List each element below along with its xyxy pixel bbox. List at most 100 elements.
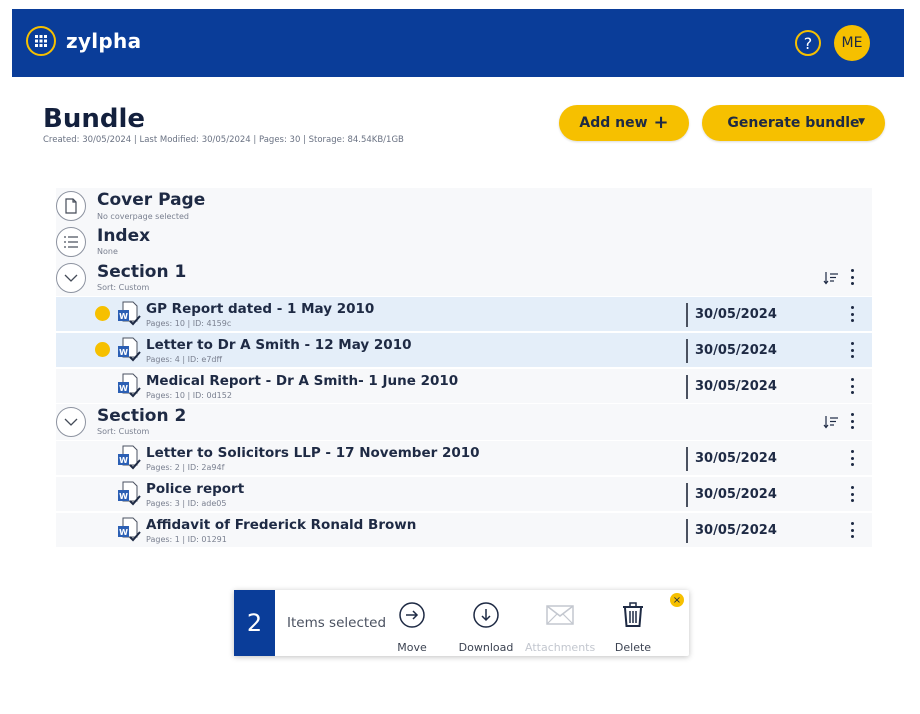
svg-text:W: W [119, 492, 128, 501]
index-status: None [97, 247, 118, 256]
column-divider [686, 447, 688, 471]
document-meta: Pages: 10 | ID: 0d152 [146, 391, 232, 400]
arrow-right-circle-icon [399, 602, 425, 628]
section-sort-label: Sort: Custom [97, 427, 150, 436]
document-title[interactable]: Letter to Solicitors LLP - 17 November 2… [146, 445, 480, 461]
trash-icon [623, 602, 643, 627]
svg-text:W: W [119, 456, 128, 465]
bundle-metadata: Created: 30/05/2024 | Last Modified: 30/… [43, 135, 404, 145]
document-row[interactable]: W Medical Report - Dr A Smith- 1 June 20… [56, 369, 872, 403]
document-menu-button[interactable] [847, 484, 857, 504]
document-date: 30/05/2024 [695, 379, 777, 394]
delete-label: Delete [614, 641, 652, 654]
selected-count: 2 [234, 590, 275, 656]
word-document-icon: W [118, 337, 141, 362]
svg-text:W: W [119, 384, 128, 393]
column-divider [686, 519, 688, 543]
grid-icon [35, 35, 47, 47]
chevron-down-icon [64, 274, 78, 282]
cover-page-status: No coverpage selected [97, 212, 189, 221]
document-row[interactable]: W Letter to Dr A Smith - 12 May 2010 Pag… [56, 333, 872, 367]
add-new-button[interactable]: Add new + [559, 105, 689, 141]
help-button[interactable]: ? [795, 30, 821, 56]
cover-page-row[interactable]: Cover Page No coverpage selected [56, 188, 872, 224]
move-button[interactable]: Move [392, 600, 432, 654]
word-document-icon: W [118, 301, 141, 326]
document-row[interactable]: W Letter to Solicitors LLP - 17 November… [56, 441, 872, 475]
svg-text:W: W [119, 348, 128, 357]
document-row[interactable]: W Affidavit of Frederick Ronald Brown Pa… [56, 513, 872, 547]
document-date: 30/05/2024 [695, 487, 777, 502]
section-menu-button[interactable] [847, 267, 857, 287]
close-selection-button[interactable]: × [670, 593, 684, 607]
page-title: Bundle [43, 104, 145, 134]
cover-page-title: Cover Page [97, 190, 206, 210]
selected-label: Items selected [287, 615, 387, 631]
column-divider [686, 483, 688, 507]
document-date: 30/05/2024 [695, 451, 777, 466]
document-icon [56, 191, 86, 221]
index-title: Index [97, 226, 151, 246]
word-document-icon: W [118, 445, 141, 470]
plus-icon: + [653, 112, 669, 133]
svg-text:W: W [119, 312, 128, 321]
svg-text:W: W [119, 528, 128, 537]
move-label: Move [397, 641, 427, 654]
attachments-label: Attachments [525, 641, 596, 654]
document-title[interactable]: GP Report dated - 1 May 2010 [146, 301, 374, 317]
section-collapse-toggle[interactable] [56, 407, 86, 437]
selected-indicator[interactable] [95, 342, 110, 357]
document-date: 30/05/2024 [695, 343, 777, 358]
document-menu-button[interactable] [847, 376, 857, 396]
arrow-down-circle-icon [473, 602, 499, 628]
top-navigation-bar: zylpha ? ME [12, 9, 904, 77]
sort-icon[interactable] [823, 271, 839, 285]
column-divider [686, 303, 688, 327]
document-menu-button[interactable] [847, 304, 857, 324]
document-menu-button[interactable] [847, 520, 857, 540]
document-menu-button[interactable] [847, 448, 857, 468]
column-divider [686, 339, 688, 363]
document-row[interactable]: W Police report Pages: 3 | ID: ade05 30/… [56, 477, 872, 511]
document-title[interactable]: Affidavit of Frederick Ronald Brown [146, 517, 416, 533]
user-avatar[interactable]: ME [834, 25, 870, 61]
list-icon [56, 227, 86, 257]
document-menu-button[interactable] [847, 340, 857, 360]
document-meta: Pages: 3 | ID: ade05 [146, 499, 227, 508]
section-sort-label: Sort: Custom [97, 283, 150, 292]
sort-icon[interactable] [823, 415, 839, 429]
document-date: 30/05/2024 [695, 523, 777, 538]
document-meta: Pages: 10 | ID: 4159c [146, 319, 232, 328]
index-row[interactable]: Index None [56, 224, 872, 260]
apps-menu-button[interactable] [26, 26, 56, 56]
document-title[interactable]: Medical Report - Dr A Smith- 1 June 2010 [146, 373, 458, 389]
word-document-icon: W [118, 481, 141, 506]
section-collapse-toggle[interactable] [56, 263, 86, 293]
document-row[interactable]: W GP Report dated - 1 May 2010 Pages: 10… [56, 297, 872, 331]
document-meta: Pages: 2 | ID: 2a94f [146, 463, 225, 472]
chevron-down-icon [64, 418, 78, 426]
caret-down-icon[interactable]: ▼ [858, 117, 865, 127]
selected-indicator[interactable] [95, 306, 110, 321]
download-label: Download [458, 641, 514, 654]
generate-bundle-label: Generate bundle [727, 115, 860, 131]
selection-action-bar: 2 Items selected Move Download Attachmen… [234, 590, 689, 656]
download-button[interactable]: Download [456, 600, 516, 654]
envelope-icon [546, 605, 574, 625]
word-document-icon: W [118, 517, 141, 542]
document-title[interactable]: Letter to Dr A Smith - 12 May 2010 [146, 337, 412, 353]
brand-logo: zylpha [66, 29, 142, 53]
add-new-label: Add new [579, 115, 648, 131]
attachments-button[interactable]: Attachments [525, 600, 596, 654]
document-title[interactable]: Police report [146, 481, 244, 497]
section-header[interactable]: Section 1 Sort: Custom [56, 260, 872, 296]
document-meta: Pages: 4 | ID: e7dff [146, 355, 223, 364]
document-meta: Pages: 1 | ID: 01291 [146, 535, 227, 544]
delete-button[interactable]: Delete [613, 600, 653, 654]
column-divider [686, 375, 688, 399]
section-title: Section 1 [97, 262, 187, 282]
section-menu-button[interactable] [847, 411, 857, 431]
section-title: Section 2 [97, 406, 187, 426]
section-header[interactable]: Section 2 Sort: Custom [56, 404, 872, 440]
generate-bundle-button[interactable]: Generate bundle ▼ [702, 105, 885, 141]
